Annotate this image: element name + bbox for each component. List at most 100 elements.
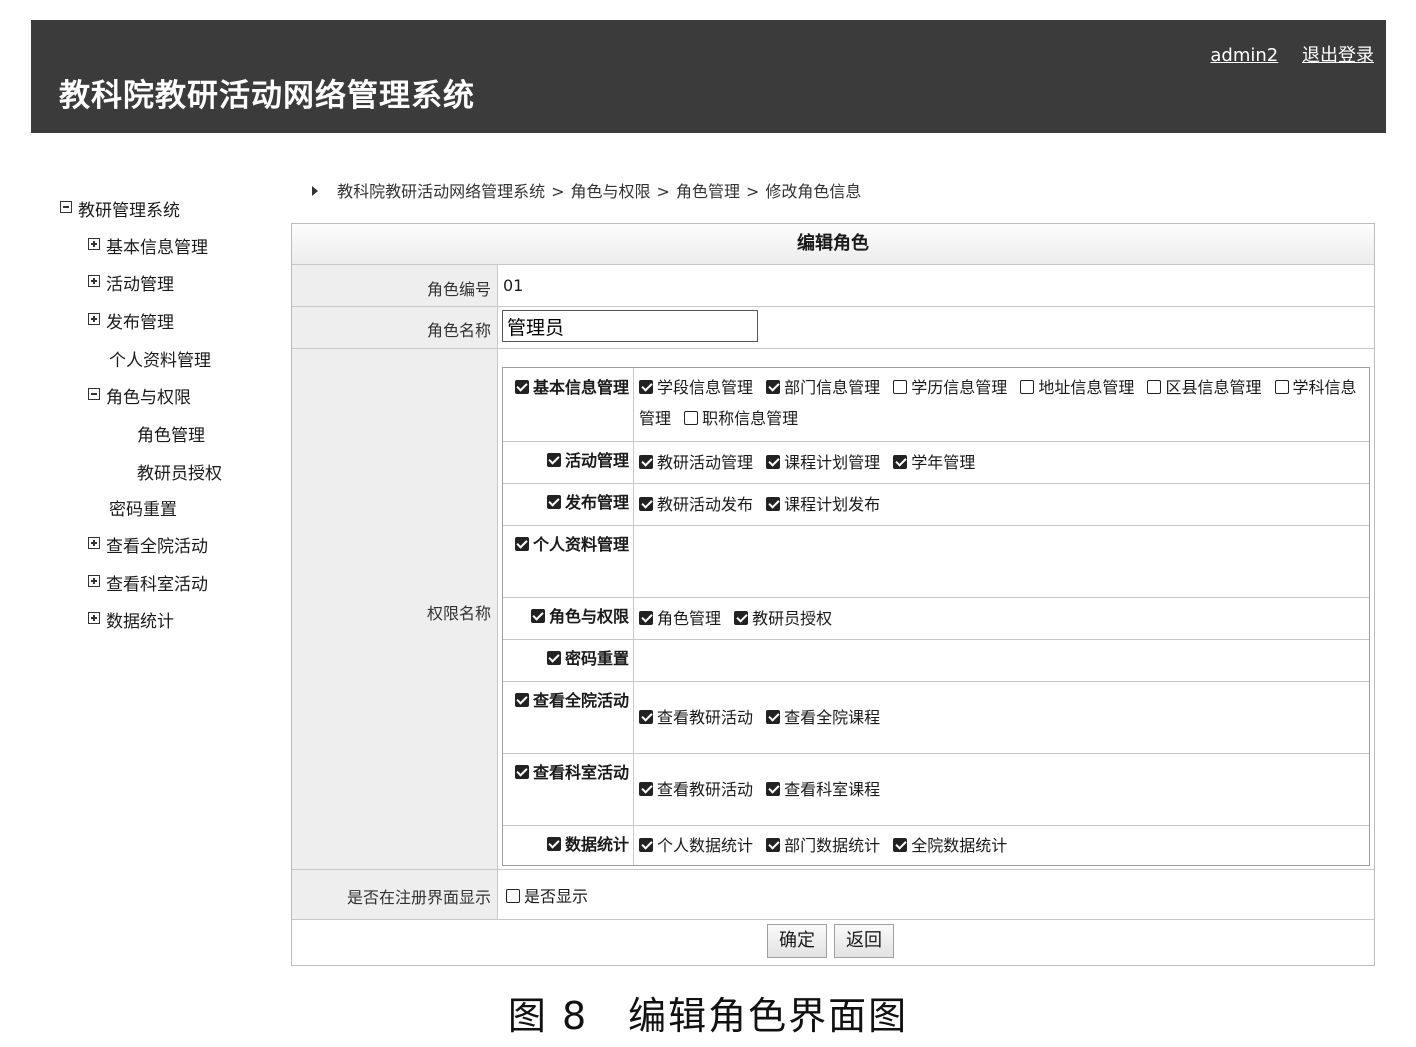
permission-checkbox[interactable]	[734, 611, 749, 625]
sidebar-item[interactable]: 数据统计	[88, 607, 174, 632]
expand-plus-icon[interactable]	[88, 313, 100, 325]
register-display-checkbox[interactable]	[506, 889, 520, 903]
permission-option[interactable]: 角色管理	[639, 609, 721, 628]
permission-checkbox[interactable]	[684, 411, 699, 425]
permission-checkbox[interactable]	[1147, 380, 1162, 394]
breadcrumb-item[interactable]: 修改角色信息	[765, 182, 861, 201]
user-link[interactable]: admin2	[1210, 45, 1278, 66]
sidebar-item-label: 角色管理	[137, 426, 205, 446]
permission-category[interactable]: 查看全院活动	[505, 685, 629, 716]
permission-option[interactable]: 全院数据统计	[893, 836, 1007, 855]
permission-option[interactable]: 查看科室课程	[766, 780, 880, 799]
breadcrumb-item[interactable]: 角色管理	[676, 182, 740, 201]
role-name-input[interactable]	[502, 310, 758, 342]
sidebar-item[interactable]: 教研管理系统	[60, 196, 180, 221]
permission-category[interactable]: 密码重置	[505, 643, 629, 674]
permission-option-label: 全院数据统计	[911, 836, 1008, 855]
sidebar-item[interactable]: 查看科室活动	[88, 570, 208, 595]
sidebar-item[interactable]: 角色管理	[137, 421, 205, 446]
category-checkbox[interactable]	[546, 453, 561, 467]
permission-checkbox[interactable]	[1020, 380, 1035, 394]
category-checkbox[interactable]	[546, 837, 561, 851]
expand-plus-icon[interactable]	[88, 275, 100, 287]
permission-option-label: 教研活动管理	[657, 453, 754, 472]
breadcrumb-separator: >	[745, 182, 760, 201]
sidebar-item[interactable]: 查看全院活动	[88, 532, 208, 557]
logout-link[interactable]: 退出登录	[1302, 45, 1374, 66]
category-checkbox[interactable]	[514, 380, 529, 394]
expand-plus-icon[interactable]	[88, 537, 100, 549]
permission-option[interactable]: 职称信息管理	[684, 409, 798, 428]
permission-checkbox[interactable]	[1274, 380, 1289, 394]
permission-option[interactable]: 查看教研活动	[639, 708, 753, 727]
permission-checkbox[interactable]	[766, 710, 781, 724]
breadcrumb-separator: >	[551, 182, 565, 201]
permission-checkbox[interactable]	[893, 380, 908, 394]
permission-category[interactable]: 基本信息管理	[505, 372, 629, 403]
permission-checkbox[interactable]	[893, 838, 908, 852]
sidebar-item[interactable]: 活动管理	[88, 270, 174, 295]
permission-checkbox[interactable]	[766, 497, 781, 511]
sidebar-item[interactable]: 发布管理	[88, 308, 174, 333]
permission-option[interactable]: 个人数据统计	[639, 836, 753, 855]
permission-option[interactable]: 教研员授权	[734, 609, 832, 628]
permission-checkbox[interactable]	[639, 380, 653, 394]
permission-checkbox[interactable]	[893, 455, 908, 469]
permission-category[interactable]: 查看科室活动	[505, 757, 629, 788]
permission-option[interactable]: 学段信息管理	[639, 378, 753, 397]
expand-plus-icon[interactable]	[88, 612, 100, 624]
permission-category[interactable]: 活动管理	[505, 445, 629, 476]
permission-category[interactable]: 个人资料管理	[505, 529, 629, 560]
permission-option[interactable]: 教研活动管理	[639, 453, 753, 472]
permission-checkbox[interactable]	[766, 455, 781, 469]
sidebar-item[interactable]: 教研员授权	[137, 459, 222, 484]
collapse-minus-icon[interactable]	[88, 388, 100, 400]
category-checkbox[interactable]	[514, 693, 529, 707]
permission-checkbox[interactable]	[639, 838, 653, 852]
permission-checkbox[interactable]	[639, 611, 653, 625]
permission-checkbox[interactable]	[639, 782, 653, 796]
category-label: 个人资料管理	[532, 535, 629, 554]
permission-option[interactable]: 查看全院课程	[766, 708, 880, 727]
breadcrumb-item[interactable]: 教科院教研活动网络管理系统	[337, 182, 545, 201]
permission-option[interactable]: 课程计划发布	[766, 495, 880, 514]
permission-option[interactable]: 课程计划管理	[766, 453, 880, 472]
expand-plus-icon[interactable]	[88, 575, 100, 587]
breadcrumb-item[interactable]: 角色与权限	[571, 182, 651, 201]
sidebar-item[interactable]: 个人资料管理	[109, 346, 211, 371]
back-button[interactable]: 返回	[834, 924, 894, 958]
confirm-button[interactable]: 确定	[767, 924, 827, 958]
category-checkbox[interactable]	[514, 537, 529, 551]
sidebar-item[interactable]: 基本信息管理	[88, 233, 208, 258]
sidebar-item[interactable]: 角色与权限	[88, 383, 191, 408]
permission-checkbox[interactable]	[766, 838, 781, 852]
category-checkbox[interactable]	[514, 765, 529, 779]
permission-option[interactable]: 地址信息管理	[1020, 378, 1134, 397]
breadcrumb-separator: >	[656, 182, 670, 201]
category-checkbox[interactable]	[530, 609, 545, 623]
permission-checkbox[interactable]	[639, 710, 653, 724]
sidebar-item[interactable]: 密码重置	[109, 495, 177, 520]
permission-option[interactable]: 学年管理	[893, 453, 975, 472]
sidebar-item-label: 发布管理	[106, 313, 174, 333]
collapse-minus-icon[interactable]	[60, 201, 72, 213]
permission-option-label: 课程计划管理	[784, 453, 881, 472]
register-display-option[interactable]: 是否显示	[506, 883, 588, 907]
permission-checkbox[interactable]	[639, 497, 653, 511]
permission-category[interactable]: 数据统计	[505, 829, 629, 860]
permission-checkbox[interactable]	[639, 455, 653, 469]
permission-option[interactable]: 部门数据统计	[766, 836, 880, 855]
category-checkbox[interactable]	[546, 495, 561, 509]
permission-option[interactable]: 区县信息管理	[1147, 378, 1261, 397]
permission-option-label: 部门数据统计	[784, 836, 881, 855]
category-checkbox[interactable]	[546, 651, 561, 665]
permission-checkbox[interactable]	[766, 380, 781, 394]
expand-plus-icon[interactable]	[88, 238, 100, 250]
permission-option[interactable]: 学历信息管理	[893, 378, 1007, 397]
permission-option[interactable]: 部门信息管理	[766, 378, 880, 397]
permission-category[interactable]: 角色与权限	[505, 601, 629, 632]
permission-category[interactable]: 发布管理	[505, 487, 629, 518]
permission-checkbox[interactable]	[766, 782, 781, 796]
permission-option[interactable]: 教研活动发布	[639, 495, 753, 514]
permission-option[interactable]: 查看教研活动	[639, 780, 753, 799]
